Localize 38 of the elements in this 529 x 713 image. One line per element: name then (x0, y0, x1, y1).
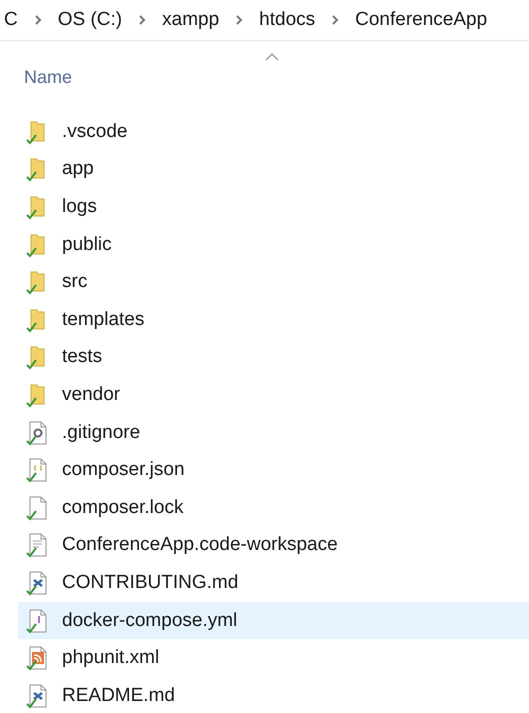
breadcrumb-item[interactable]: C (0, 9, 22, 31)
file-row[interactable]: templates (18, 300, 529, 339)
file-row[interactable]: docker-compose.yml (18, 602, 529, 640)
file-name: .gitignore (62, 422, 140, 444)
file-name: composer.lock (62, 496, 184, 519)
file-row[interactable]: composer.json (18, 451, 529, 489)
file-name: CONTRIBUTING.md (62, 572, 238, 594)
file-name: composer.json (62, 459, 185, 482)
file-name: templates (62, 308, 144, 331)
file-name: logs (62, 196, 97, 218)
file-row[interactable]: ConferenceApp.code-workspace (18, 526, 529, 564)
file-name: app (62, 158, 94, 180)
name-column-header[interactable]: Name (24, 67, 72, 88)
file-row[interactable]: public (18, 226, 529, 264)
file-row[interactable]: .vscode (18, 113, 529, 151)
file-name: public (62, 234, 112, 256)
breadcrumb-item[interactable]: OS (C:) (54, 9, 126, 31)
file-row[interactable]: vendor (18, 376, 529, 414)
file-row[interactable]: CONTRIBUTING.md (18, 564, 529, 602)
file-name: ConferenceApp.code-workspace (62, 534, 338, 556)
breadcrumb-item[interactable]: htdocs (255, 9, 320, 31)
file-row[interactable]: src (18, 263, 529, 301)
file-row[interactable]: README.md (18, 676, 529, 713)
file-name: docker-compose.yml (62, 610, 238, 632)
file-row[interactable]: composer.lock (18, 488, 529, 527)
breadcrumb-item[interactable]: ConferenceApp (351, 9, 492, 31)
breadcrumb-item[interactable]: xampp (158, 9, 224, 31)
file-row[interactable]: tests (18, 338, 529, 376)
file-row[interactable]: phpunit.xml (18, 639, 529, 677)
file-name: phpunit.xml (62, 647, 160, 670)
file-name: .vscode (62, 120, 128, 143)
file-row[interactable]: .gitignore (18, 414, 529, 452)
file-name: vendor (62, 384, 120, 406)
file-name: src (62, 271, 88, 294)
file-row[interactable]: app (18, 150, 529, 188)
file-name: tests (62, 346, 102, 368)
file-name: README.md (62, 684, 175, 707)
file-row[interactable]: logs (18, 188, 529, 226)
